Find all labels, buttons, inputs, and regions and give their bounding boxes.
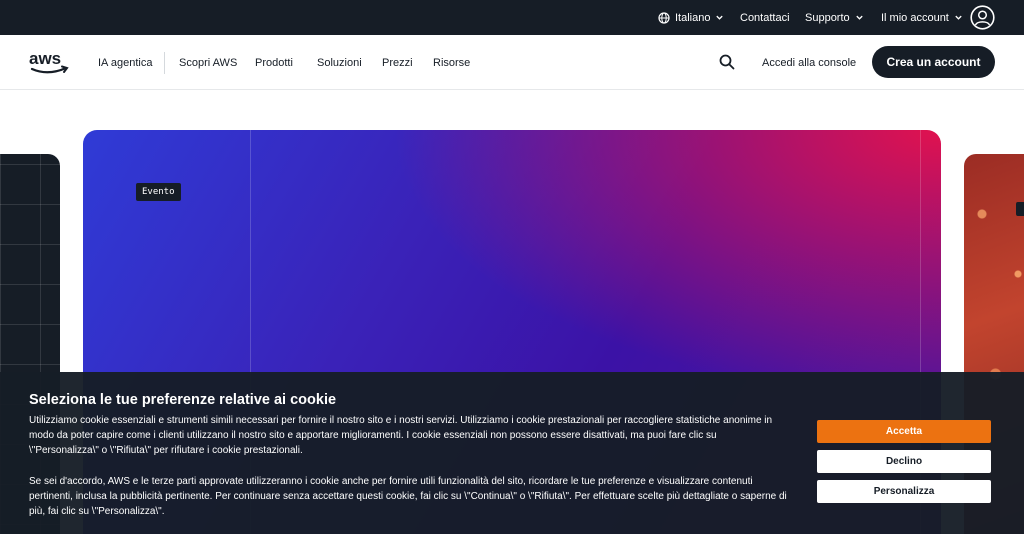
utility-bar: Italiano Contattaci Supporto Il mio acco… <box>0 0 1024 35</box>
event-badge: Evento <box>136 183 181 201</box>
nav-item-soluzioni[interactable]: Soluzioni <box>317 35 362 90</box>
profile-button[interactable] <box>970 0 995 35</box>
main-navigation: aws IA agentica Scopri AWS Prodotti Solu… <box>0 35 1024 90</box>
event-badge-label: Evento <box>142 187 175 197</box>
contact-label: Contattaci <box>740 11 790 24</box>
nav-item-label: Prezzi <box>382 56 413 69</box>
aws-logo[interactable]: aws <box>28 49 72 77</box>
nav-item-ia-agentica[interactable]: IA agentica <box>98 35 152 90</box>
user-avatar-icon <box>970 5 995 30</box>
decline-label: Declino <box>885 456 923 467</box>
language-label: Italiano <box>675 11 711 24</box>
console-label: Accedi alla console <box>762 56 857 69</box>
support-menu[interactable]: Supporto <box>805 0 864 35</box>
customize-label: Personalizza <box>873 486 935 497</box>
customize-cookies-button[interactable]: Personalizza <box>817 480 991 503</box>
language-selector[interactable]: Italiano <box>658 0 724 35</box>
search-icon[interactable] <box>718 53 736 71</box>
accept-label: Accetta <box>885 426 923 437</box>
nav-item-risorse[interactable]: Risorse <box>433 35 470 90</box>
chevron-down-icon <box>716 15 724 20</box>
chevron-down-icon <box>855 15 863 20</box>
nav-item-prezzi[interactable]: Prezzi <box>382 35 413 90</box>
chevron-down-icon <box>955 15 962 20</box>
cookie-text-essential: Utilizziamo cookie essenziali e strument… <box>29 415 773 456</box>
create-account-label: Crea un account <box>886 55 981 69</box>
console-signin-link[interactable]: Accedi alla console <box>762 35 856 90</box>
nav-item-label: Risorse <box>433 56 471 69</box>
account-label: Il mio account <box>881 11 949 24</box>
card-badge <box>1016 202 1024 216</box>
nav-item-prodotti[interactable]: Prodotti <box>255 35 293 90</box>
nav-divider <box>164 52 165 74</box>
cookie-text-consent: Se sei d'accordo, AWS e le terze parti a… <box>29 476 787 517</box>
decline-cookies-button[interactable]: Declino <box>817 450 991 473</box>
account-menu[interactable]: Il mio account <box>881 0 963 35</box>
nav-item-label: Prodotti <box>255 56 293 69</box>
nav-item-label: Scopri AWS <box>179 56 238 69</box>
nav-item-label: IA agentica <box>98 56 153 69</box>
nav-item-scopri-aws[interactable]: Scopri AWS <box>179 35 237 90</box>
nav-item-label: Soluzioni <box>317 56 362 69</box>
globe-icon <box>658 11 670 24</box>
cookie-title: Seleziona le tue preferenze relative ai … <box>29 392 337 408</box>
accept-cookies-button[interactable]: Accetta <box>817 420 991 443</box>
support-label: Supporto <box>805 11 850 24</box>
cookie-banner: Seleziona le tue preferenze relative ai … <box>0 372 1024 534</box>
create-account-button[interactable]: Crea un account <box>872 46 995 78</box>
contact-link[interactable]: Contattaci <box>740 0 790 35</box>
logo-text: aws <box>29 49 61 68</box>
